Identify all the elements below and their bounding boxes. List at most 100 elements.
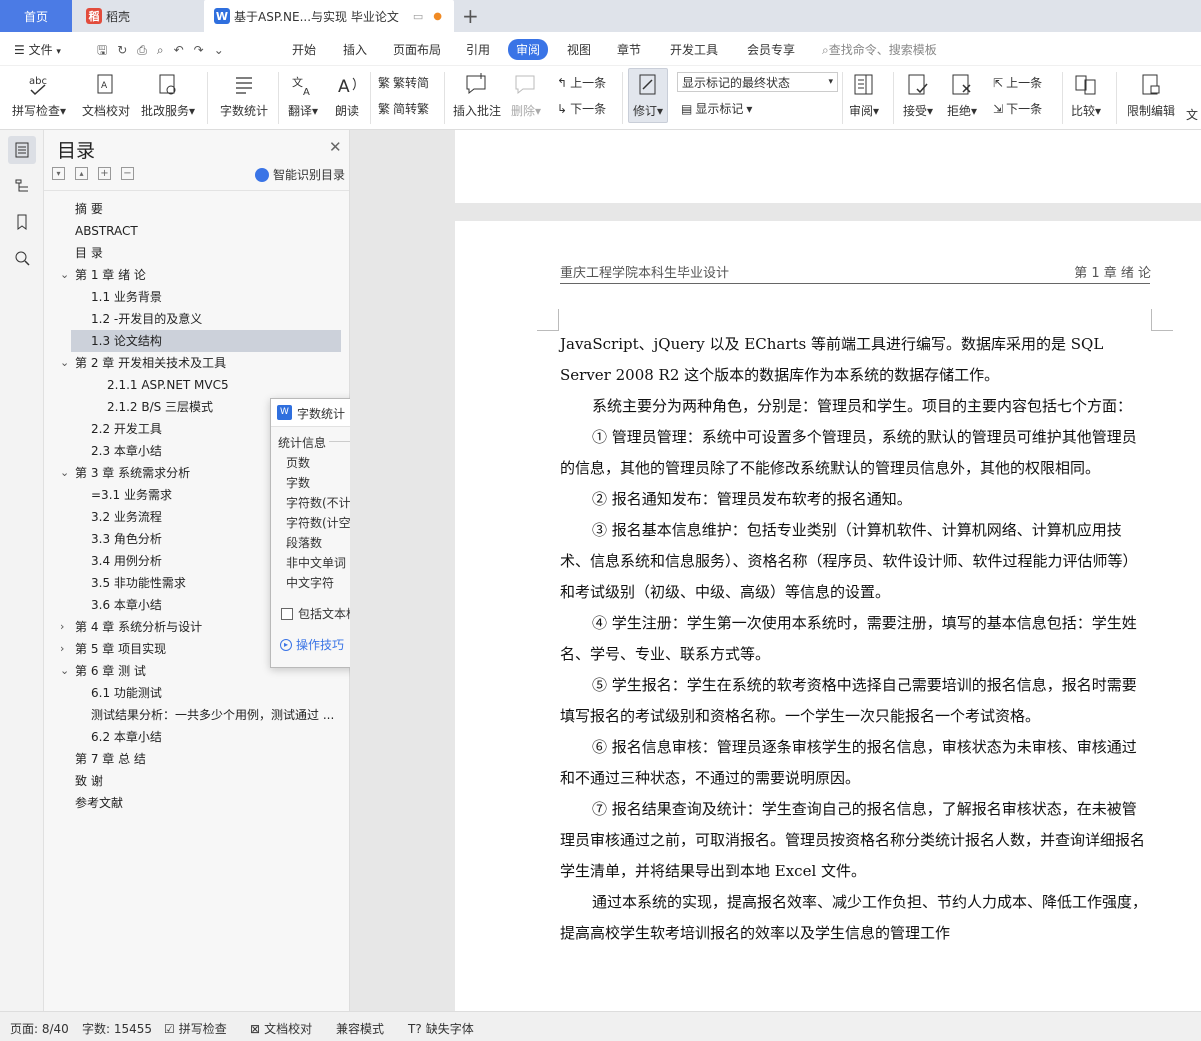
toc-item[interactable]: 1.2 -开发目的及意义 (44, 308, 344, 330)
translate-button[interactable]: 文A 翻译▾ (288, 72, 318, 119)
compare-button[interactable]: 比较▾ (1071, 72, 1101, 119)
simp-to-trad-button[interactable]: 繁简转繁 (378, 100, 429, 117)
file-menu[interactable]: ☰ 文件 ▾ (14, 41, 61, 58)
compare-icon (1075, 75, 1096, 95)
chevron-down-icon[interactable]: ⌄ (60, 462, 69, 484)
tab-document[interactable]: W 基于ASP.NE...与实现 毕业论文 ▭ ● (204, 0, 454, 32)
next-comment-button[interactable]: ↳ 下一条 (557, 100, 606, 117)
batch-service-icon (159, 74, 176, 95)
reject-button[interactable]: 拒绝▾ (947, 72, 977, 119)
restrict-edit-button[interactable]: 限制编辑 (1127, 72, 1175, 119)
word-count-button[interactable]: 字数统计 (220, 72, 268, 119)
chevron-down-icon[interactable]: ⌄ (60, 264, 69, 286)
show-markup-label: 显示标记 (695, 102, 744, 116)
toc-item[interactable]: 6.1 功能测试 (44, 682, 344, 704)
toc-item[interactable]: 目 录 (44, 242, 344, 264)
next-change-button[interactable]: ⇲ 下一条 (993, 100, 1042, 117)
new-tab-icon[interactable]: + (462, 0, 479, 32)
find-icon[interactable] (8, 244, 36, 272)
word-count-label: 字数统计 (220, 104, 269, 118)
accept-button[interactable]: 接受▾ (903, 72, 933, 119)
tips-link[interactable]: ▸ 操作技巧 (280, 636, 344, 653)
tab-bar: 首页 稻 稻壳 W 基于ASP.NE...与实现 毕业论文 ▭ ● + (0, 0, 1201, 32)
collapse-all-icon[interactable]: ▾ (52, 167, 65, 180)
menu-start[interactable]: 开始 (292, 41, 316, 58)
menu-references[interactable]: 引用 (466, 41, 490, 58)
toc-item[interactable]: ABSTRACT (44, 220, 344, 242)
bookmark-icon[interactable] (8, 208, 36, 236)
toc-item-label: 第 4 章 系统分析与设计 (75, 620, 203, 634)
toc-item[interactable]: 参考文献 (44, 792, 344, 814)
stats-section-title: 统计信息 (278, 436, 327, 450)
svg-text:A: A (338, 77, 350, 97)
menu-developer[interactable]: 开发工具 (670, 41, 718, 58)
document-body[interactable]: JavaScript、jQuery 以及 ECharts 等前端工具进行编写。数… (560, 329, 1150, 949)
prev-comment-button[interactable]: ↰ 上一条 (557, 74, 606, 91)
doc-proof-button[interactable]: A 文档校对 (82, 72, 130, 119)
toc-icon[interactable] (8, 136, 36, 164)
menu-page-layout[interactable]: 页面布局 (393, 41, 441, 58)
chevron-right-icon[interactable]: › (60, 616, 64, 638)
spell-check-status[interactable]: ☑ 拼写检查 (164, 1020, 227, 1037)
insert-comment-button[interactable]: 插入批注 (453, 72, 501, 119)
menu-chapter[interactable]: 章节 (617, 41, 641, 58)
toc-item[interactable]: 第 2 章 开发相关技术及工具 (44, 352, 344, 374)
more-button[interactable]: 文 (1186, 106, 1198, 123)
toc-item-label: 3.5 非功能性需求 (91, 576, 186, 590)
menu-view[interactable]: 视图 (567, 41, 591, 58)
toc-item[interactable]: 第 1 章 绪 论 (44, 264, 344, 286)
expand-all-icon[interactable]: ▴ (75, 167, 88, 180)
status-bar: 页面: 8/40 字数: 15455 ☑ 拼写检查 ⊠ 文档校对 兼容模式 T? 缺失… (0, 1011, 1201, 1041)
review-pane-button[interactable]: 审阅▾ (849, 72, 879, 119)
lock-document-icon (1142, 74, 1160, 95)
command-search[interactable]: ⌕查找命令、搜索模板 (822, 41, 937, 58)
tab-home[interactable]: 首页 (0, 0, 72, 32)
doc-proof-status[interactable]: ⊠ 文档校对 (250, 1020, 312, 1037)
toc-item-label: 第 2 章 开发相关技术及工具 (75, 356, 227, 370)
toc-item[interactable]: 测试结果分析：一共多少个用例，测试通过 ... (44, 704, 344, 726)
menu-member[interactable]: 会员专享 (747, 41, 795, 58)
chevron-down-icon[interactable]: ⌄ (60, 660, 69, 682)
check-box-icon: ☑ (164, 1021, 175, 1036)
outline-icon[interactable] (8, 172, 36, 200)
tab-daoke[interactable]: 稻 稻壳 (74, 0, 202, 32)
remove-item-icon[interactable]: − (121, 167, 134, 180)
track-changes-button[interactable]: 修订▾ (628, 68, 669, 123)
delete-comment-button[interactable]: 删除▾ (511, 72, 541, 119)
trad-to-simp-button[interactable]: 繁繁转简 (378, 74, 429, 91)
window-icon[interactable]: ▭ (413, 10, 423, 23)
toc-item[interactable]: 2.1.1 ASP.NET MVC5 (44, 374, 344, 396)
show-markup-button[interactable]: ▤ 显示标记 ▾ (681, 100, 752, 117)
prev-change-button[interactable]: ⇱ 上一条 (993, 74, 1042, 91)
add-item-icon[interactable]: + (98, 167, 111, 180)
toc-item[interactable]: 第 7 章 总 结 (44, 748, 344, 770)
paragraph: ② 报名通知发布：管理员发布软考的报名通知。 (592, 490, 912, 508)
smart-toc-button[interactable]: 智能识别目录 (255, 166, 345, 183)
menu-insert[interactable]: 插入 (343, 41, 367, 58)
prev-change-icon: ⇱ (993, 75, 1004, 90)
close-icon[interactable]: ✕ (329, 138, 342, 156)
markup-display-select[interactable]: 显示标记的最终状态 ▾ (677, 72, 838, 92)
menu-review[interactable]: 审阅 (508, 39, 549, 60)
stats-label: 字数 (286, 476, 311, 490)
word-count-status[interactable]: 字数: 15455 (82, 1020, 152, 1037)
toc-item[interactable]: 1.1 业务背景 (44, 286, 344, 308)
read-aloud-button[interactable]: A 朗读 (334, 72, 360, 119)
spell-check-icon: abc (29, 76, 47, 96)
page-indicator[interactable]: 页面: 8/40 (10, 1020, 69, 1037)
chevron-down-icon[interactable]: ⌄ (60, 352, 69, 374)
document-gutter (350, 130, 455, 1011)
checkbox-box (281, 607, 293, 620)
chevron-right-icon[interactable]: › (60, 638, 64, 660)
spell-check-button[interactable]: abc 拼写检查▾ (12, 72, 66, 119)
batch-service-button[interactable]: 批改服务▾ (141, 72, 195, 119)
paragraph: 系统主要分为两种角色，分别是：管理员和学生。项目的主要内容包括七个方面： (592, 397, 1133, 415)
quick-access-icons[interactable]: 🖫↻⎙⌕↶↷⌄ (97, 41, 234, 62)
paragraph: JavaScript、jQuery 以及 ECharts 等前端工具进行编写。数… (560, 335, 1104, 384)
toc-item[interactable]: 6.2 本章小结 (44, 726, 344, 748)
toc-item[interactable]: 摘 要 (44, 198, 344, 220)
toc-item[interactable]: 致 谢 (44, 770, 344, 792)
toc-item[interactable]: 1.3 论文结构 (71, 330, 341, 352)
missing-font-status[interactable]: T? 缺失字体 (408, 1020, 474, 1037)
read-aloud-label: 朗读 (334, 104, 359, 118)
